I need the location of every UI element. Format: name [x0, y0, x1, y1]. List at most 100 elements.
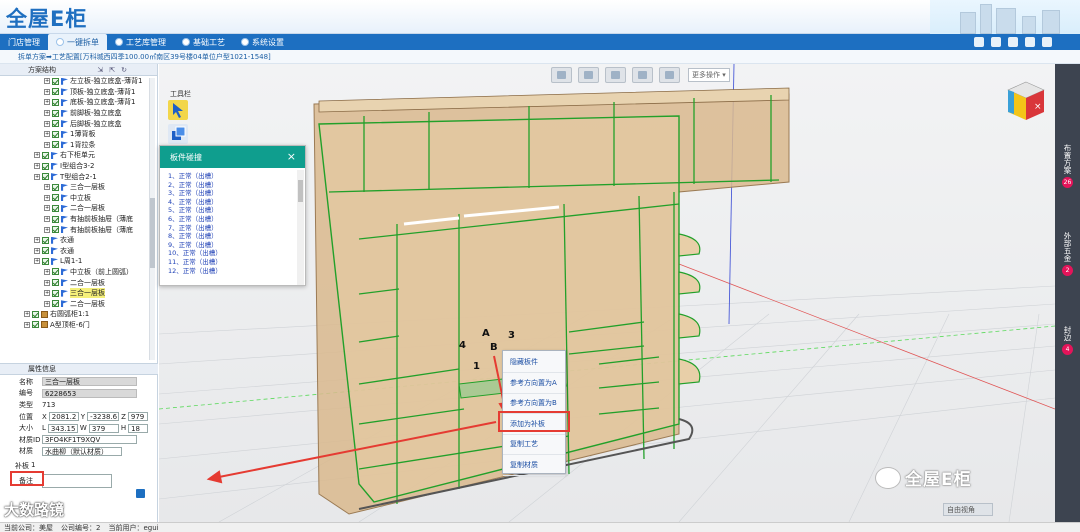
- checkbox[interactable]: [52, 109, 59, 117]
- expand-toggle-icon[interactable]: +: [24, 321, 30, 328]
- tree-item[interactable]: + L周1-1: [0, 256, 148, 267]
- gear-icon[interactable]: [1025, 37, 1035, 47]
- tree-item[interactable]: + 中立板（前上圆弧）: [0, 267, 148, 278]
- expand-toggle-icon[interactable]: +: [44, 205, 50, 212]
- size-l-field[interactable]: 343.15: [47, 423, 78, 433]
- checkbox[interactable]: [52, 183, 59, 191]
- context-menu-item[interactable]: 隐藏板件: [503, 352, 565, 373]
- buban-field[interactable]: 1: [29, 461, 41, 471]
- user-icon[interactable]: [1008, 37, 1018, 47]
- view-mode-button[interactable]: 自由视角: [943, 503, 993, 516]
- collision-list-item[interactable]: 1、正常（出槽）: [168, 172, 298, 181]
- expand-toggle-icon[interactable]: +: [44, 99, 50, 106]
- tree-item[interactable]: + 左立板-独立底盒-薄背1: [0, 76, 148, 87]
- checkbox[interactable]: [52, 204, 59, 212]
- monitor-icon[interactable]: [974, 37, 984, 47]
- checkbox[interactable]: [42, 151, 49, 159]
- tree-scrollbar[interactable]: [149, 78, 155, 360]
- checkbox[interactable]: [52, 226, 59, 234]
- checkbox[interactable]: [52, 268, 59, 276]
- tree-item[interactable]: + 二合一层板: [0, 203, 148, 214]
- size-w-field[interactable]: 379: [88, 423, 119, 433]
- refresh-icon[interactable]: ↻: [121, 66, 127, 74]
- checkbox[interactable]: [42, 162, 49, 170]
- material-id-field[interactable]: 3FO4KF1T9XQV: [42, 435, 137, 445]
- collision-list-item[interactable]: 12、正常（出槽）: [168, 267, 298, 276]
- context-menu-item[interactable]: 复制材质: [503, 455, 565, 476]
- expand-toggle-icon[interactable]: +: [44, 78, 50, 85]
- save-view-button[interactable]: [551, 67, 572, 83]
- close-icon[interactable]: ×: [287, 151, 296, 162]
- pos-z-field[interactable]: 979: [127, 412, 148, 422]
- checkbox[interactable]: [32, 310, 39, 318]
- expand-toggle-icon[interactable]: +: [44, 141, 50, 148]
- checkbox[interactable]: [52, 289, 59, 297]
- context-menu-item[interactable]: 参考方向置为A: [503, 373, 565, 394]
- checkbox[interactable]: [52, 77, 59, 85]
- nav-tab-process-library[interactable]: 工艺库管理: [107, 34, 174, 50]
- expand-toggle-icon[interactable]: +: [34, 237, 40, 244]
- tree-item[interactable]: + 右下柜单元: [0, 150, 148, 161]
- remark-field[interactable]: [42, 473, 112, 488]
- expand-toggle-icon[interactable]: +: [34, 152, 40, 159]
- collision-list-item[interactable]: 11、正常（出槽）: [168, 258, 298, 267]
- tree-item[interactable]: + 底板-独立底盒-薄背1: [0, 97, 148, 108]
- expand-toggle-icon[interactable]: +: [44, 120, 50, 127]
- checkbox[interactable]: [52, 215, 59, 223]
- flash-button[interactable]: [659, 67, 680, 83]
- checkbox[interactable]: [52, 300, 59, 308]
- tree-item[interactable]: + 三合一层板: [0, 288, 148, 299]
- material-field[interactable]: 水曲柳（默认材质）: [42, 446, 122, 456]
- tree-item[interactable]: +1薄背板: [0, 129, 148, 140]
- expand-toggle-icon[interactable]: +: [44, 268, 50, 275]
- collision-scrollbar-thumb[interactable]: [298, 180, 303, 202]
- checkbox[interactable]: [52, 141, 59, 149]
- collision-scrollbar[interactable]: [297, 170, 304, 285]
- expand-toggle-icon[interactable]: +: [44, 290, 50, 297]
- context-menu-item[interactable]: 复制工艺: [503, 434, 565, 455]
- nav-tab-basic-process[interactable]: 基础工艺: [174, 34, 233, 50]
- checkbox[interactable]: [42, 173, 49, 181]
- tree-item[interactable]: + 有抽前板抽屉（薄底: [0, 214, 148, 225]
- expand-toggle-icon[interactable]: +: [44, 216, 50, 223]
- expand-toggle-icon[interactable]: +: [44, 279, 50, 286]
- tree-item[interactable]: + T型组合2-1: [0, 171, 148, 182]
- tree-item[interactable]: + 前脚板-独立底盒: [0, 108, 148, 119]
- tree-item[interactable]: + 衣通: [0, 246, 148, 257]
- rail-item-edging[interactable]: 封边 4: [1055, 326, 1080, 355]
- checkbox[interactable]: [42, 236, 49, 244]
- nav-tab-order-split[interactable]: 一键拆单: [48, 34, 107, 50]
- save-icon[interactable]: [136, 489, 145, 498]
- collision-list-item[interactable]: 10、正常（出槽）: [168, 249, 298, 258]
- size-h-field[interactable]: 18: [128, 423, 149, 433]
- prop-code-field[interactable]: 6228653: [42, 388, 137, 398]
- checkbox[interactable]: [52, 98, 59, 106]
- expand-toggle-icon[interactable]: +: [34, 258, 40, 265]
- tree-item[interactable]: + 右圆弧柜1:1: [0, 309, 148, 320]
- expand-toggle-icon[interactable]: +: [44, 300, 50, 307]
- checkbox[interactable]: [42, 247, 49, 255]
- tree-item[interactable]: + 三合一层板: [0, 182, 148, 193]
- expand-icon[interactable]: ⇱: [109, 66, 115, 74]
- checkbox[interactable]: [42, 257, 49, 265]
- checkbox[interactable]: [52, 279, 59, 287]
- prop-name-field[interactable]: 三合一层板: [42, 377, 137, 387]
- view-cube-icon[interactable]: ×: [1006, 80, 1046, 122]
- checkbox[interactable]: [32, 321, 39, 329]
- expand-toggle-icon[interactable]: +: [24, 311, 30, 318]
- tree-item[interactable]: + 衣通: [0, 235, 148, 246]
- more-actions-select[interactable]: 更多操作 ▾: [688, 68, 730, 82]
- collision-list-item[interactable]: 7、正常（出槽）: [168, 224, 298, 233]
- nav-tab-settings[interactable]: 系统设置: [233, 34, 292, 50]
- lock-icon[interactable]: [991, 37, 1001, 47]
- expand-toggle-icon[interactable]: +: [34, 163, 40, 170]
- expand-toggle-icon[interactable]: +: [34, 247, 40, 254]
- tree-item[interactable]: + 中立板: [0, 193, 148, 204]
- tree-item[interactable]: + 有抽前板抽屉（薄底: [0, 224, 148, 235]
- breadcrumb-path[interactable]: 拆单方案➡工艺配置[万科城西四季100.00㎡南区39号楼04单位户型1021-…: [18, 52, 271, 62]
- tree-item[interactable]: + A型顶柜-6门: [0, 320, 148, 331]
- expand-toggle-icon[interactable]: +: [34, 173, 40, 180]
- tree-item[interactable]: + 顶板-独立底盒-薄背1: [0, 87, 148, 98]
- tree-item[interactable]: +1背拉条: [0, 140, 148, 151]
- camera-button[interactable]: [578, 67, 599, 83]
